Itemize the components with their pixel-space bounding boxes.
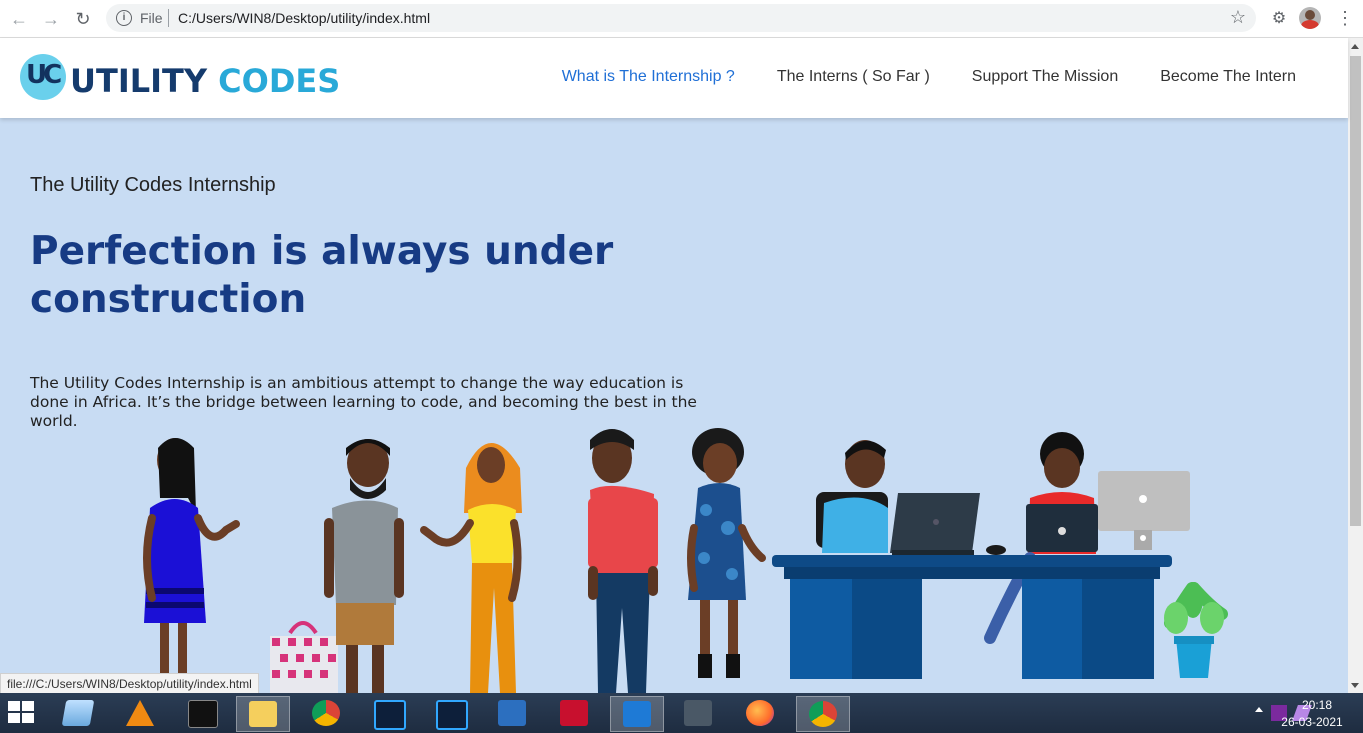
typing-app-icon[interactable]: [486, 696, 538, 730]
info-icon[interactable]: i: [116, 10, 132, 26]
reload-icon[interactable]: ↻: [72, 8, 94, 30]
clock-date[interactable]: 26-03-2021: [1277, 715, 1347, 729]
site-header: UC UTILITY CODES What is The Internship …: [0, 38, 1348, 118]
pdf-reader-icon[interactable]: [548, 696, 600, 730]
nav-the-interns[interactable]: The Interns ( So Far ): [777, 68, 930, 86]
file-explorer-icon[interactable]: [236, 696, 290, 732]
scroll-down-icon[interactable]: [1351, 683, 1359, 688]
divider: [168, 9, 169, 27]
browser-toolbar: ← → ↻ i File C:/Users/WIN8/Desktop/utili…: [0, 0, 1363, 38]
nav-become-intern[interactable]: Become The Intern: [1160, 68, 1296, 86]
person-camo-dress: [687, 428, 766, 678]
photoshop-icon[interactable]: [362, 696, 414, 730]
hero-section: The Utility Codes Internship Perfection …: [0, 118, 1348, 693]
status-url-bubble: file:///C:/Users/WIN8/Desktop/utility/in…: [0, 673, 259, 695]
logo-mark-text: UC: [26, 60, 62, 90]
nav-support-mission[interactable]: Support The Mission: [972, 68, 1118, 86]
windows-explorer-icon[interactable]: [52, 696, 104, 730]
chrome-canary-icon[interactable]: [796, 696, 850, 732]
windows-taskbar: 20:18 26-03-2021: [0, 693, 1363, 733]
shopping-bag-icon: [270, 621, 338, 693]
person-hijab: [420, 443, 522, 693]
potted-plant-icon: [1164, 582, 1228, 678]
url-text[interactable]: C:/Users/WIN8/Desktop/utility/index.html: [178, 10, 430, 26]
person-blue-dress: [143, 438, 240, 693]
logo-mark-icon[interactable]: UC: [20, 54, 66, 100]
scheme-label: File: [140, 10, 163, 26]
back-icon[interactable]: ←: [8, 8, 30, 30]
forward-icon[interactable]: →: [40, 8, 62, 30]
tray-expand-icon[interactable]: [1255, 707, 1263, 712]
logo-word-utility: UTILITY: [70, 62, 208, 100]
desk-scene: [772, 432, 1190, 679]
person-red-shirt: [588, 429, 658, 693]
firefox-icon[interactable]: [734, 696, 786, 730]
cmd-icon[interactable]: [176, 696, 228, 730]
clock-time[interactable]: 20:18: [1287, 698, 1347, 712]
team-illustration: [143, 428, 1228, 693]
vscode-icon[interactable]: [610, 696, 664, 732]
system-tray: 20:18 26-03-2021: [1203, 693, 1363, 733]
page-scrollbar[interactable]: [1348, 38, 1363, 693]
scroll-up-icon[interactable]: [1351, 44, 1359, 49]
extensions-puzzle-icon[interactable]: ⚙: [1269, 8, 1289, 28]
logo-word-codes: CODES: [218, 62, 341, 100]
chrome-icon[interactable]: [300, 696, 352, 730]
menu-kebab-icon[interactable]: ⋮: [1336, 8, 1354, 29]
scrollbar-thumb[interactable]: [1350, 56, 1361, 526]
windows-start-icon[interactable]: [8, 701, 36, 725]
nav-what-is-internship[interactable]: What is The Internship ?: [562, 68, 735, 86]
address-bar[interactable]: i File C:/Users/WIN8/Desktop/utility/ind…: [106, 4, 1256, 32]
photoshop-icon-2[interactable]: [424, 696, 476, 730]
profile-avatar[interactable]: [1299, 7, 1321, 29]
sql-icon[interactable]: [672, 696, 724, 730]
bookmark-star-icon[interactable]: ☆: [1230, 7, 1246, 28]
site-logo[interactable]: UTILITY CODES: [70, 62, 340, 100]
main-nav: What is The Internship ? The Interns ( S…: [562, 68, 1296, 86]
vlc-icon[interactable]: [114, 696, 166, 730]
